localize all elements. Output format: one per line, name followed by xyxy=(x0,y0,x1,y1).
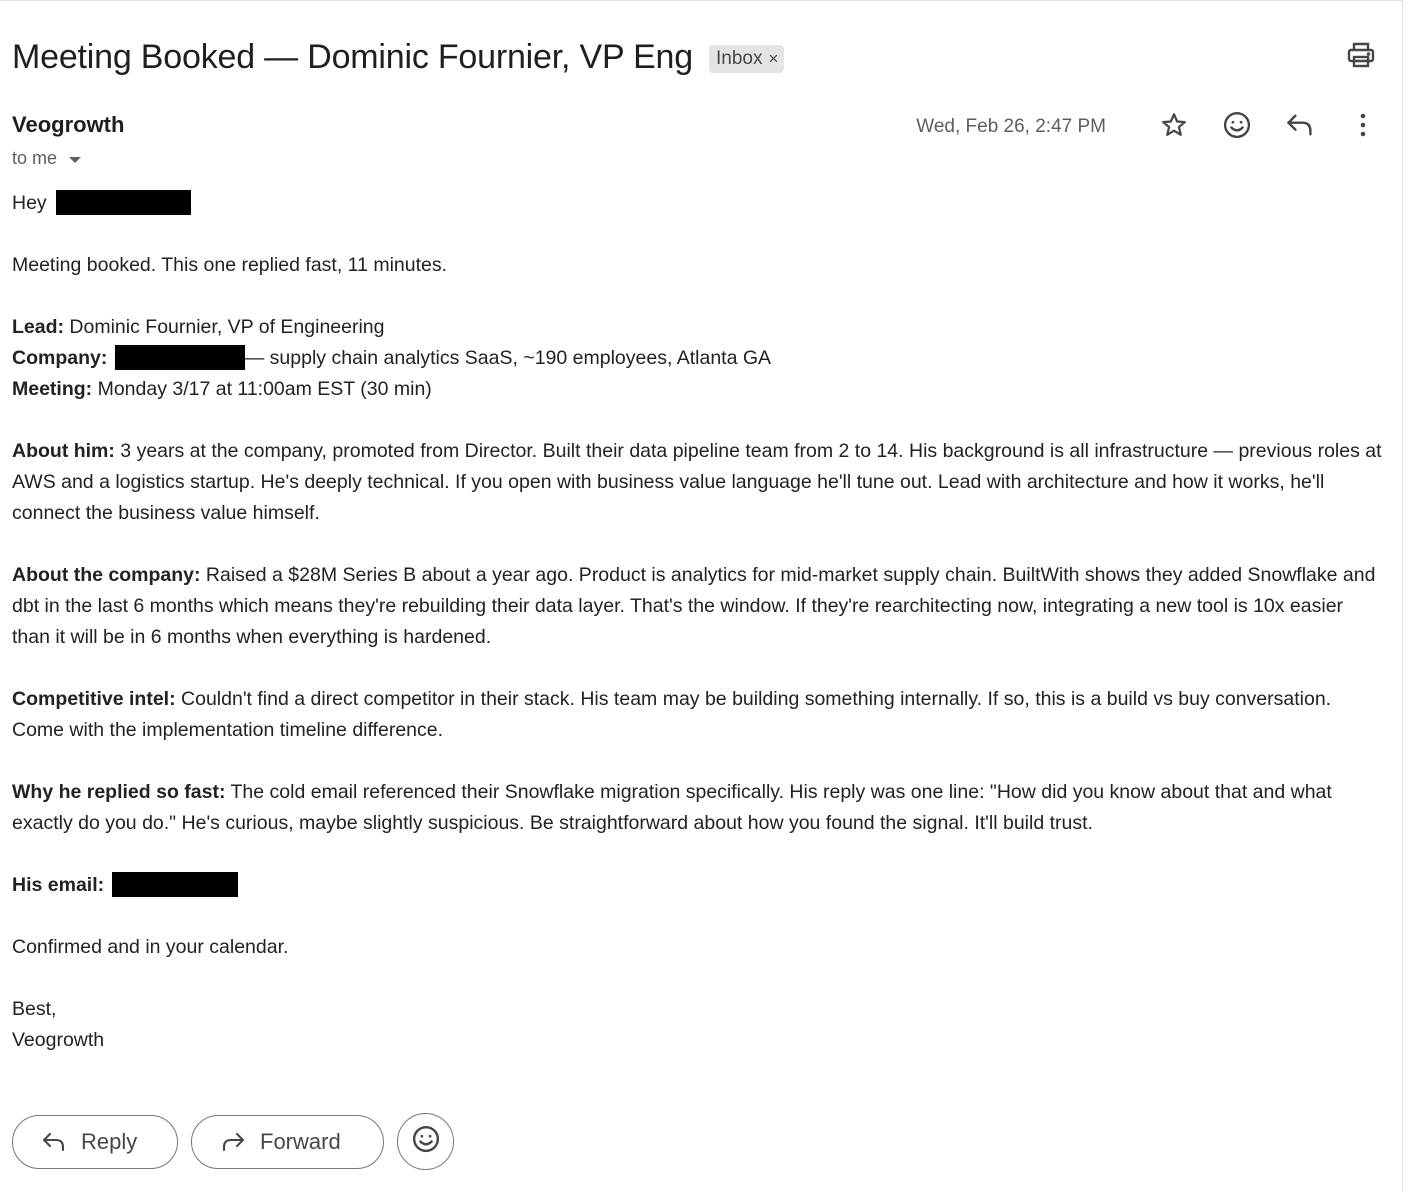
forward-icon xyxy=(220,1131,246,1153)
print-button[interactable] xyxy=(1344,40,1378,74)
add-reaction-button[interactable] xyxy=(1218,108,1256,146)
subject-row: Meeting Booked — Dominic Fournier, VP En… xyxy=(12,34,785,80)
star-button[interactable] xyxy=(1155,108,1193,146)
competitive-intel-text: Couldn't find a direct competitor in the… xyxy=(12,688,1332,741)
lead-label: Lead: xyxy=(12,316,65,338)
greeting-line: Hey xyxy=(12,188,1382,219)
emoji-icon xyxy=(1222,110,1252,145)
top-divider xyxy=(0,0,1402,1)
meeting-value: Monday 3/17 at 11:00am EST (30 min) xyxy=(92,378,432,400)
lead-value: Dominic Fournier, VP of Engineering xyxy=(64,316,385,338)
about-company-label: About the company: xyxy=(12,564,201,586)
why-replied-label: Why he replied so fast: xyxy=(12,781,226,803)
email-body: Hey Meeting booked. This one replied fas… xyxy=(12,188,1382,1056)
reply-icon xyxy=(41,1131,67,1153)
right-divider xyxy=(1402,0,1403,1192)
message-actions: Reply Forward xyxy=(12,1113,454,1170)
meeting-label: Meeting: xyxy=(12,378,93,400)
sender-name[interactable]: Veogrowth xyxy=(12,112,124,138)
redacted-name xyxy=(56,190,192,215)
competitive-intel-label: Competitive intel: xyxy=(12,688,176,710)
confirmation-line: Confirmed and in your calendar. xyxy=(12,936,289,958)
company-value: — supply chain analytics SaaS, ~190 empl… xyxy=(244,347,772,369)
reply-button-header[interactable] xyxy=(1281,108,1319,146)
emoji-icon xyxy=(411,1124,441,1159)
competitive-intel-paragraph: Competitive intel: Couldn't find a direc… xyxy=(12,684,1382,746)
remove-label-icon[interactable]: × xyxy=(768,50,778,67)
more-vert-icon xyxy=(1359,112,1367,143)
label-text: Inbox xyxy=(715,47,763,69)
company-line: Company: — supply chain analytics SaaS, … xyxy=(12,343,1382,374)
recipient-text: to me xyxy=(12,148,58,168)
redacted-email xyxy=(111,872,238,897)
more-options-button[interactable] xyxy=(1344,108,1382,146)
about-him-paragraph: About him: 3 years at the company, promo… xyxy=(12,436,1382,529)
why-replied-paragraph: Why he replied so fast: The cold email r… xyxy=(12,777,1382,839)
email-subject: Meeting Booked — Dominic Fournier, VP En… xyxy=(12,37,693,76)
message-meta: Wed, Feb 26, 2:47 PM xyxy=(916,108,1382,146)
about-company-paragraph: About the company: Raised a $28M Series … xyxy=(12,560,1382,653)
recipient-details-toggle[interactable]: to me xyxy=(12,148,82,169)
print-icon xyxy=(1347,42,1375,73)
greeting: Hey xyxy=(12,192,47,214)
caret-down-icon xyxy=(69,156,82,163)
company-label: Company: xyxy=(12,347,108,369)
timestamp: Wed, Feb 26, 2:47 PM xyxy=(916,116,1106,137)
inbox-label-chip[interactable]: Inbox × xyxy=(708,44,785,73)
reply-label: Reply xyxy=(81,1128,138,1154)
reply-icon xyxy=(1285,112,1315,143)
intro-line: Meeting booked. This one replied fast, 1… xyxy=(12,254,448,276)
about-him-text: 3 years at the company, promoted from Di… xyxy=(12,440,1382,524)
lead-line: Lead: Dominic Fournier, VP of Engineerin… xyxy=(12,312,1382,343)
signature: Veogrowth xyxy=(12,1029,105,1051)
redacted-company xyxy=(114,345,245,370)
about-him-label: About him: xyxy=(12,440,115,462)
forward-button[interactable]: Forward xyxy=(191,1114,384,1169)
meeting-line: Meeting: Monday 3/17 at 11:00am EST (30 … xyxy=(12,374,1382,405)
about-company-text: Raised a $28M Series B about a year ago.… xyxy=(12,564,1376,648)
his-email-label: His email: xyxy=(12,874,105,896)
his-email-line: His email: xyxy=(12,870,1382,901)
reply-button[interactable]: Reply xyxy=(12,1114,178,1169)
forward-label: Forward xyxy=(260,1128,341,1154)
signoff: Best, xyxy=(12,998,57,1020)
react-button[interactable] xyxy=(397,1113,454,1170)
star-icon xyxy=(1160,111,1188,144)
